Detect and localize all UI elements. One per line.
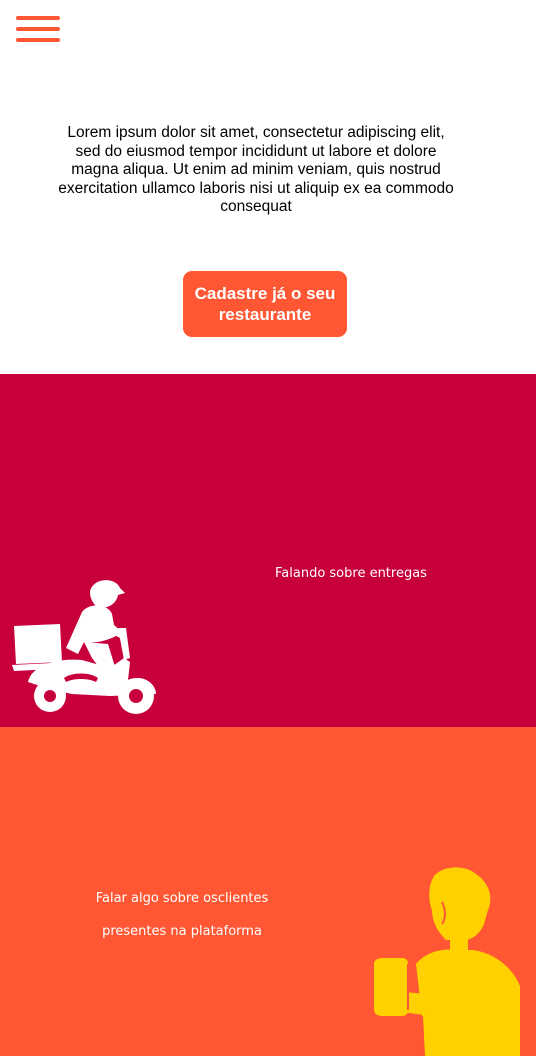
intro-text: Lorem ipsum dolor sit amet, consectetur … [58, 124, 454, 216]
clients-label: Falar algo sobre osclientes presentes na… [95, 891, 269, 939]
deliveries-label: Falando sobre entregas [275, 566, 427, 581]
hero-section: Lorem ipsum dolor sit amet, consectetur … [0, 0, 536, 374]
menu-line [16, 27, 60, 31]
register-restaurant-button[interactable]: Cadastre já o seu restaurante [183, 271, 347, 337]
clients-section: Falar algo sobre osclientes presentes na… [0, 727, 536, 1056]
hamburger-menu-button[interactable] [15, 14, 61, 46]
person-with-phone-icon [374, 867, 520, 1056]
menu-line [16, 38, 60, 42]
deliveries-section: Falando sobre entregas [0, 374, 536, 727]
delivery-scooter-icon [12, 580, 156, 714]
menu-line [16, 16, 60, 20]
